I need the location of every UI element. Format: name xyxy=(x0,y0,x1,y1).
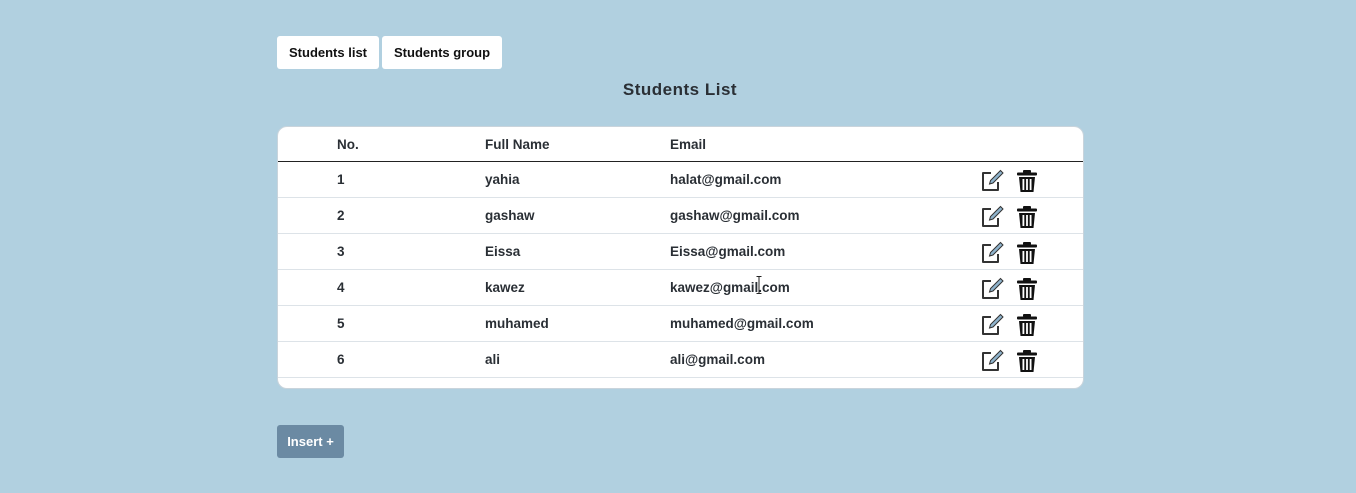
cell-no: 3 xyxy=(278,233,485,270)
column-header-email: Email xyxy=(670,127,980,162)
edit-icon[interactable] xyxy=(980,169,1004,193)
cell-email: Eissa@gmail.com xyxy=(670,233,980,270)
trash-icon[interactable] xyxy=(1015,205,1039,229)
tab-students-list[interactable]: Students list xyxy=(277,36,380,69)
cell-full-name: gashaw xyxy=(485,197,670,234)
cell-full-name: yahia xyxy=(485,161,670,198)
table-row: 6 ali ali@gmail.com xyxy=(278,341,1083,378)
cell-email: ali@gmail.com xyxy=(670,341,980,378)
edit-icon[interactable] xyxy=(980,349,1004,373)
trash-icon[interactable] xyxy=(1015,277,1039,301)
cell-no: 4 xyxy=(278,269,485,306)
column-header-full-name: Full Name xyxy=(485,127,670,162)
cell-email: halat@gmail.com xyxy=(670,161,980,198)
students-table: No. Full Name Email 1 yahia halat@gmail.… xyxy=(278,127,1083,378)
row-actions xyxy=(980,238,1083,265)
table-row: 3 Eissa Eissa@gmail.com xyxy=(278,233,1083,270)
students-table-card: No. Full Name Email 1 yahia halat@gmail.… xyxy=(277,126,1084,389)
cell-no: 5 xyxy=(278,305,485,342)
edit-icon[interactable] xyxy=(980,277,1004,301)
table-row: 5 muhamed muhamed@gmail.com xyxy=(278,305,1083,342)
table-body: 1 yahia halat@gmail.com 2 gashaw gashaw@… xyxy=(278,161,1083,378)
cell-full-name: ali xyxy=(485,341,670,378)
row-actions xyxy=(980,346,1083,373)
edit-icon[interactable] xyxy=(980,241,1004,265)
cell-actions xyxy=(980,341,1083,378)
cell-email: gashaw@gmail.com xyxy=(670,197,980,234)
cell-actions xyxy=(980,233,1083,270)
cell-actions xyxy=(980,305,1083,342)
cell-actions xyxy=(980,269,1083,306)
insert-button[interactable]: Insert + xyxy=(277,425,344,458)
edit-icon[interactable] xyxy=(980,313,1004,337)
cell-full-name: muhamed xyxy=(485,305,670,342)
cell-actions xyxy=(980,197,1083,234)
cell-actions xyxy=(980,161,1083,198)
row-actions xyxy=(980,166,1083,193)
trash-icon[interactable] xyxy=(1015,169,1039,193)
tab-students-group[interactable]: Students group xyxy=(382,36,503,69)
text-cursor-icon xyxy=(756,276,762,294)
column-header-no: No. xyxy=(278,127,485,162)
trash-icon[interactable] xyxy=(1015,313,1039,337)
cell-no: 2 xyxy=(278,197,485,234)
table-row: 1 yahia halat@gmail.com xyxy=(278,161,1083,198)
table-row: 2 gashaw gashaw@gmail.com xyxy=(278,197,1083,234)
table-row: 4 kawez kawez@gmail.com xyxy=(278,269,1083,306)
tab-bar: Students list Students group xyxy=(277,36,503,69)
table-header-row: No. Full Name Email xyxy=(278,127,1083,162)
cell-no: 1 xyxy=(278,161,485,198)
cell-no: 6 xyxy=(278,341,485,378)
column-header-actions xyxy=(980,127,1083,162)
row-actions xyxy=(980,202,1083,229)
trash-icon[interactable] xyxy=(1015,241,1039,265)
row-actions xyxy=(980,274,1083,301)
row-actions xyxy=(980,310,1083,337)
cell-email: muhamed@gmail.com xyxy=(670,305,980,342)
edit-icon[interactable] xyxy=(980,205,1004,229)
cell-full-name: kawez xyxy=(485,269,670,306)
page-title: Students List xyxy=(622,80,738,99)
cell-email: kawez@gmail.com xyxy=(670,269,980,306)
cell-full-name: Eissa xyxy=(485,233,670,270)
trash-icon[interactable] xyxy=(1015,349,1039,373)
